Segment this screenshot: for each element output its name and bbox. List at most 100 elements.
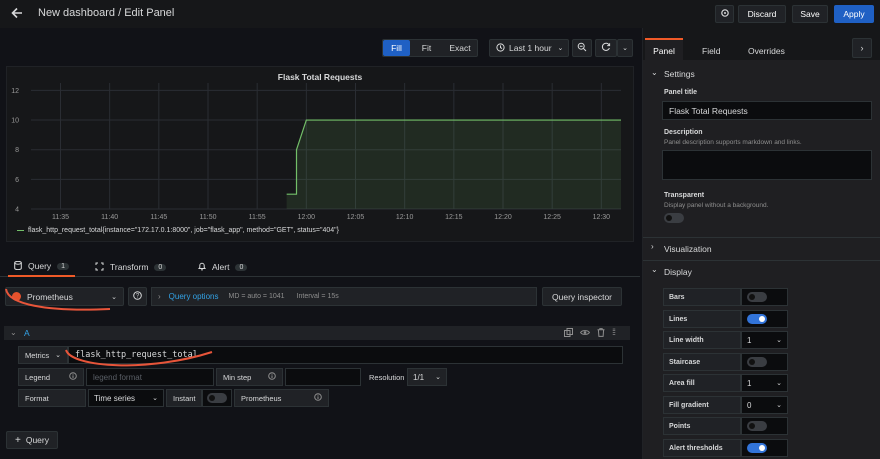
format-select[interactable]: Time series ⌄: [88, 389, 164, 407]
discard-button[interactable]: Discard: [738, 5, 786, 23]
datasource-name: Prometheus: [27, 291, 73, 302]
x-tick-label: 11:45: [150, 214, 167, 221]
x-tick-label: 11:35: [52, 214, 69, 221]
legend-item[interactable]: flask_http_request_total{instance="172.1…: [17, 227, 339, 234]
min-step-label: Min step: [216, 368, 283, 386]
x-tick-label: 11:55: [249, 214, 266, 221]
min-step-input[interactable]: [285, 368, 361, 386]
display-option-toggle[interactable]: [747, 292, 767, 302]
info-circle-icon[interactable]: [314, 393, 322, 403]
y-tick-label: 10: [11, 118, 19, 125]
display-option-select[interactable]: 1 ⌄: [741, 331, 788, 349]
instant-label: Instant: [166, 389, 202, 407]
display-option-label: Bars: [663, 288, 741, 306]
refresh-interval-dropdown[interactable]: ⌄: [617, 39, 633, 57]
metrics-label[interactable]: Metrics ⌄: [18, 346, 68, 364]
visualization-section-title[interactable]: Visualization: [664, 244, 712, 254]
info-circle-icon[interactable]: [268, 372, 276, 382]
x-tick-label: 11:50: [200, 214, 217, 221]
tab-transform-label: Transform: [110, 262, 149, 272]
zoom-out-button[interactable]: [572, 39, 592, 57]
display-option-select[interactable]: 0 ⌄: [741, 396, 788, 414]
transparent-toggle[interactable]: [664, 213, 684, 223]
datasource-picker[interactable]: Prometheus ⌄: [5, 287, 124, 306]
duplicate-icon[interactable]: [564, 328, 573, 339]
settings-chevron-icon[interactable]: ⌄: [651, 68, 658, 77]
display-option-value: 0: [747, 400, 752, 410]
display-option-toggle[interactable]: [747, 314, 767, 324]
query-ref-id[interactable]: A: [24, 328, 30, 338]
display-option-select[interactable]: 1 ⌄: [741, 374, 788, 392]
display-option-value: 1: [747, 378, 752, 388]
fill-button[interactable]: Fill: [383, 40, 410, 56]
legend-format-placeholder: legend format: [93, 372, 142, 382]
x-tick-label: 12:00: [298, 214, 316, 221]
refresh-icon: [601, 42, 611, 54]
resolution-select[interactable]: 1/1 ⌄: [407, 368, 447, 386]
datasource-help-button[interactable]: ?: [128, 287, 147, 306]
add-query-button[interactable]: + Query: [6, 431, 58, 449]
query-options-md: MD = auto = 1041: [228, 293, 285, 300]
chevron-down-icon: ⌄: [55, 352, 62, 359]
info-circle-icon[interactable]: [69, 372, 77, 382]
tab-panel[interactable]: Panel: [645, 38, 683, 60]
time-range-picker[interactable]: Last 1 hour ⌄: [489, 39, 569, 57]
chevron-down-icon: ⌄: [776, 337, 782, 344]
top-bar: New dashboard / Edit Panel Discard Save …: [0, 0, 880, 28]
drag-handle-icon[interactable]: ⁞⁞: [612, 327, 616, 337]
description-help: Panel description supports markdown and …: [664, 139, 802, 146]
chevron-down-icon: ⌄: [111, 293, 117, 301]
format-value: Time series: [94, 393, 136, 403]
eye-icon[interactable]: [580, 328, 590, 339]
prometheus-explain-label: Prometheus: [234, 389, 329, 407]
query-options-bar[interactable]: › Query options MD = auto = 1041 Interva…: [151, 287, 537, 306]
display-option-label: Alert thresholds: [663, 439, 741, 457]
instant-toggle[interactable]: [207, 393, 227, 403]
x-tick-label: 12:20: [494, 214, 512, 221]
page-title: New dashboard / Edit Panel: [38, 7, 175, 19]
metrics-query-input[interactable]: flask_http_request_total: [68, 346, 623, 364]
x-tick-label: 12:30: [593, 214, 611, 221]
tab-transform[interactable]: Transform 0: [95, 257, 167, 277]
chart: 4 6 8 10 12 11:35 11:40 11:45 11:50 11:55 12:00 12:…: [11, 83, 621, 221]
section-divider: [643, 260, 880, 261]
tab-query-label: Query: [28, 261, 52, 271]
exact-button[interactable]: Exact: [443, 40, 477, 56]
display-option-label: Fill gradient: [663, 396, 741, 414]
save-button[interactable]: Save: [792, 5, 828, 23]
query-options-label: Query options: [168, 292, 219, 301]
tab-query[interactable]: Query 1: [8, 257, 76, 277]
refresh-button[interactable]: [595, 39, 617, 57]
trash-icon[interactable]: [597, 328, 605, 339]
x-tick-label: 12:05: [347, 214, 365, 221]
collapse-chevron-icon[interactable]: ⌄: [10, 328, 17, 337]
display-option-label: Staircase: [663, 353, 741, 371]
display-option-toggle[interactable]: [747, 443, 767, 453]
description-textarea[interactable]: [662, 150, 872, 180]
apply-button[interactable]: Apply: [834, 5, 874, 23]
legend-series-swatch: [17, 229, 24, 231]
settings-section-title[interactable]: Settings: [664, 69, 695, 79]
collapse-pane-button[interactable]: ›: [852, 38, 872, 58]
arrow-left-icon[interactable]: [10, 6, 24, 20]
display-option-label: Points: [663, 417, 741, 435]
x-tick-label: 12:15: [445, 214, 463, 221]
chevron-down-icon: ⌄: [622, 45, 628, 52]
display-section-title[interactable]: Display: [664, 267, 692, 277]
fit-button[interactable]: Fit: [413, 40, 440, 56]
plus-icon: +: [15, 434, 21, 446]
tab-overrides[interactable]: Overrides: [748, 46, 785, 56]
query-inspector-button[interactable]: Query inspector: [542, 287, 622, 306]
display-chevron-icon[interactable]: ⌄: [651, 265, 658, 274]
legend-format-input[interactable]: legend format: [86, 368, 214, 386]
tab-alert[interactable]: Alert 0: [198, 257, 248, 277]
display-option-toggle[interactable]: [747, 357, 767, 367]
chevron-down-icon: ⌄: [152, 395, 158, 402]
panel-title-input[interactable]: Flask Total Requests: [662, 101, 872, 120]
database-icon: [14, 260, 22, 272]
visualization-chevron-icon[interactable]: ›: [651, 242, 654, 251]
tab-field[interactable]: Field: [702, 46, 720, 56]
display-option-toggle[interactable]: [747, 421, 767, 431]
panel-title-label: Panel title: [664, 89, 698, 96]
settings-button[interactable]: [715, 5, 734, 23]
